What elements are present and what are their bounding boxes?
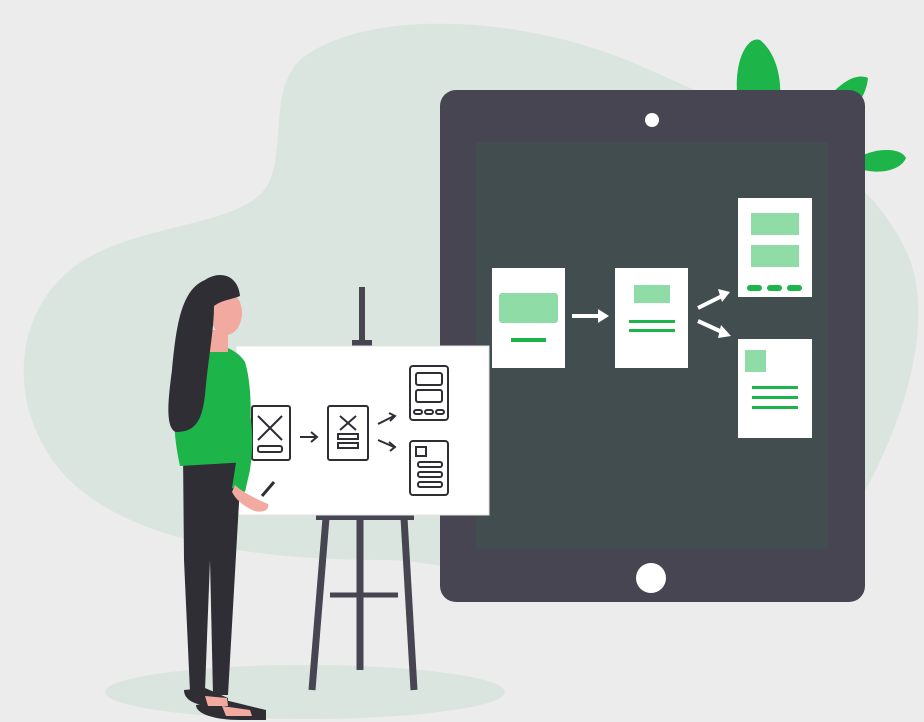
wireframe-card-icon (615, 268, 688, 368)
whiteboard (235, 345, 490, 516)
wireframe-card-icon (738, 198, 812, 297)
illustration-stage (0, 0, 924, 722)
floor-shadow (105, 665, 505, 719)
pants (183, 452, 242, 695)
wireframe-card-icon (738, 339, 812, 438)
wireframe-card-icon (492, 268, 565, 368)
tablet-camera (645, 113, 659, 127)
illustration-svg (23, 23, 919, 720)
tablet-home-button (636, 563, 666, 593)
